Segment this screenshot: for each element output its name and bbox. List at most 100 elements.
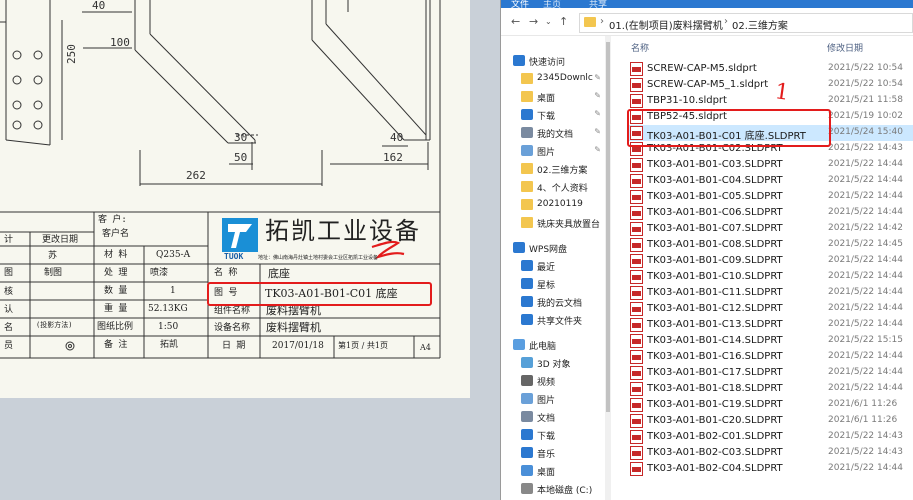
sidebar-item-label: 快速访问 xyxy=(529,58,566,68)
part-name-value: 底座 xyxy=(268,267,290,280)
file-date: 2021/5/22 14:44 xyxy=(828,367,903,377)
date-value: 2017/01/18 xyxy=(272,341,324,351)
pin-icon[interactable]: ✎ xyxy=(594,109,601,118)
up-arrow-icon[interactable]: ↑ xyxy=(559,15,568,28)
sidebar-item-label: 图片 xyxy=(537,396,556,406)
sidebar-item[interactable]: 下载 xyxy=(501,426,607,444)
file-name: TK03-A01-B01-C09.SLDPRT xyxy=(647,255,783,266)
download-icon xyxy=(521,109,533,120)
sidebar-item[interactable]: 星标 xyxy=(501,275,607,293)
file-row[interactable]: TK03-A01-B01-C10.SLDPRT 2021/5/22 14:44 xyxy=(627,269,913,285)
address-bar[interactable]: › 01.(在制项目)废料摆臂机 › 02.三维方案 xyxy=(579,13,913,33)
column-header-name[interactable]: 名称 xyxy=(631,41,649,54)
file-row[interactable]: TK03-A01-B01-C19.SLDPRT 2021/6/1 11:26 xyxy=(627,397,913,413)
file-row[interactable]: TK03-A01-B02-C04.SLDPRT 2021/5/22 14:44 xyxy=(627,461,913,477)
folder-icon xyxy=(584,17,596,27)
sidebar-item[interactable]: 音乐 xyxy=(501,444,607,462)
solidworks-part-icon xyxy=(630,318,643,332)
sidebar-item[interactable]: 我的文档 ✎ xyxy=(501,124,607,142)
sidebar-item[interactable]: 此电脑 xyxy=(501,336,607,354)
sidebar-item[interactable]: 20210119 xyxy=(501,196,607,214)
folder-icon xyxy=(521,163,533,174)
file-row[interactable]: TK03-A01-B01-C11.SLDPRT 2021/5/22 14:44 xyxy=(627,285,913,301)
file-row[interactable]: TK03-A01-B01-C20.SLDPRT 2021/6/1 11:26 xyxy=(627,413,913,429)
sidebar-item[interactable]: 桌面 ✎ xyxy=(501,88,607,106)
sidebar-item[interactable]: 快速访问 xyxy=(501,52,607,70)
solidworks-part-icon xyxy=(630,94,643,108)
file-row[interactable]: TK03-A01-B01-C03.SLDPRT 2021/5/22 14:44 xyxy=(627,157,913,173)
nav-scrollbar-thumb[interactable] xyxy=(606,42,610,412)
sidebar-item[interactable]: 视频 xyxy=(501,372,607,390)
file-row[interactable]: TK03-A01-B01-C16.SLDPRT 2021/5/22 14:44 xyxy=(627,349,913,365)
column-header-date[interactable]: 修改日期 xyxy=(827,41,863,54)
file-date: 2021/5/22 14:44 xyxy=(828,207,903,217)
sidebar-item[interactable]: 我的云文档 xyxy=(501,293,607,311)
logo-text: TUOK xyxy=(224,252,244,261)
sidebar-item[interactable]: 2345Downlc ✎ xyxy=(501,70,607,88)
sidebar-item[interactable]: 02.三维方案 xyxy=(501,160,607,178)
file-row[interactable]: TK03-A01-B01-C04.SLDPRT 2021/5/22 14:44 xyxy=(627,173,913,189)
designer-value: 苏 xyxy=(48,251,58,261)
file-date: 2021/5/21 11:58 xyxy=(828,95,903,105)
sidebar-item[interactable]: 文档 xyxy=(501,408,607,426)
sidebar-item[interactable]: 图片 xyxy=(501,390,607,408)
sidebar-item[interactable]: 最近 xyxy=(501,257,607,275)
file-row[interactable]: TK03-A01-B02-C03.SLDPRT 2021/5/22 14:43 xyxy=(627,445,913,461)
file-name: TK03-A01-B02-C04.SLDPRT xyxy=(647,463,783,474)
file-row[interactable]: TK03-A01-B01-C14.SLDPRT 2021/5/22 15:15 xyxy=(627,333,913,349)
file-row[interactable]: TK03-A01-B01-C18.SLDPRT 2021/5/22 14:44 xyxy=(627,381,913,397)
solidworks-part-icon xyxy=(630,78,643,92)
file-row[interactable]: TK03-A01-B01-C05.SLDPRT 2021/5/22 14:44 xyxy=(627,189,913,205)
file-row[interactable]: TK03-A01-B01-C07.SLDPRT 2021/5/22 14:42 xyxy=(627,221,913,237)
file-name: TK03-A01-B01-C12.SLDPRT xyxy=(647,303,783,314)
file-row[interactable]: TK03-A01-B01-C09.SLDPRT 2021/5/22 14:44 xyxy=(627,253,913,269)
folder-icon xyxy=(521,217,533,228)
file-row[interactable]: TK03-A01-B01-C06.SLDPRT 2021/5/22 14:44 xyxy=(627,205,913,221)
sidebar-item[interactable]: 桌面 xyxy=(501,462,607,480)
file-row[interactable]: TK03-A01-B01-C13.SLDPRT 2021/5/22 14:44 xyxy=(627,317,913,333)
quantity-label: 数 量 xyxy=(104,286,128,296)
breadcrumb-item[interactable]: 02.三维方案 xyxy=(732,17,788,32)
file-row[interactable]: TBP31-10.sldprt 2021/5/21 11:58 xyxy=(627,93,913,109)
sidebar-item[interactable]: 下载 ✎ xyxy=(501,106,607,124)
cloud-icon xyxy=(521,296,533,307)
solidworks-part-icon xyxy=(630,462,643,476)
file-row[interactable]: TK03-A01-B01-C17.SLDPRT 2021/5/22 14:44 xyxy=(627,365,913,381)
file-name: TK03-A01-B01-C05.SLDPRT xyxy=(647,191,783,202)
chevron-down-icon[interactable]: ⌄ xyxy=(545,17,552,26)
file-date: 2021/5/22 14:44 xyxy=(828,303,903,313)
sidebar-item[interactable]: 铣床夹具放置台 xyxy=(501,214,607,232)
equipment-name-label: 设备名称 xyxy=(214,323,251,333)
sidebar-item[interactable]: WPS网盘 xyxy=(501,239,607,257)
group-name-value: 废料摆臂机 xyxy=(266,304,321,317)
file-date: 2021/5/22 14:44 xyxy=(828,319,903,329)
sidebar-item[interactable]: 4、个人资料 xyxy=(501,178,607,196)
file-name: TK03-A01-B01-C07.SLDPRT xyxy=(647,223,783,234)
pin-icon[interactable]: ✎ xyxy=(594,145,601,154)
pin-icon[interactable]: ✎ xyxy=(594,73,601,82)
pin-icon[interactable]: ✎ xyxy=(594,127,601,136)
sidebar-item-label: 下载 xyxy=(537,112,556,122)
file-row[interactable]: TK03-A01-B01-C12.SLDPRT 2021/5/22 14:44 xyxy=(627,301,913,317)
pin-icon[interactable]: ✎ xyxy=(594,91,601,100)
music-icon xyxy=(521,447,533,458)
solidworks-part-icon xyxy=(630,206,643,220)
forward-arrow-icon[interactable]: → xyxy=(529,15,538,28)
ribbon-bar: 文件 主页 共享 xyxy=(501,0,913,10)
breadcrumb-item[interactable]: 01.(在制项目)废料摆臂机 xyxy=(609,17,723,32)
file-row[interactable]: SCREW-CAP-M5_1.sldprt 2021/5/22 10:54 xyxy=(627,77,913,93)
file-name: TK03-A01-B01-C18.SLDPRT xyxy=(647,383,783,394)
sidebar-item-label: 此电脑 xyxy=(529,342,557,352)
file-row[interactable]: TK03-A01-B02-C01.SLDPRT 2021/5/22 14:43 xyxy=(627,429,913,445)
sidebar-item[interactable]: 3D 对象 xyxy=(501,354,607,372)
file-row[interactable]: TK03-A01-B01-C08.SLDPRT 2021/5/22 14:45 xyxy=(627,237,913,253)
sidebar-item[interactable]: 图片 ✎ xyxy=(501,142,607,160)
folder-icon xyxy=(521,91,533,102)
file-row[interactable]: SCREW-CAP-M5.sldprt 2021/5/22 10:54 xyxy=(627,61,913,77)
sidebar-item[interactable]: 共享文件夹 xyxy=(501,311,607,329)
back-arrow-icon[interactable]: ← xyxy=(511,15,520,28)
download-icon xyxy=(521,429,533,440)
file-name: TK03-A01-B01-C19.SLDPRT xyxy=(647,399,783,410)
sidebar-item[interactable]: 本地磁盘 (C:) xyxy=(501,480,607,498)
scale-label: 图纸比例 xyxy=(97,322,134,332)
